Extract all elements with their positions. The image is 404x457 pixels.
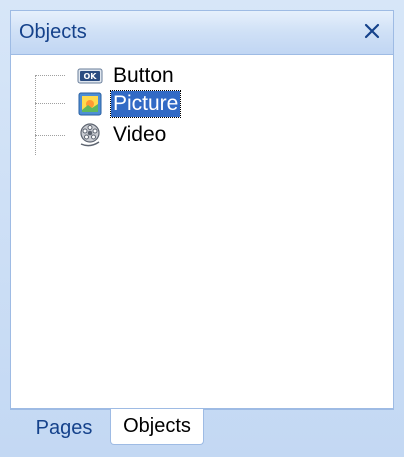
svg-text:OK: OK [84,72,98,81]
tree-item-label: Picture [109,90,182,118]
tree-connector [35,135,65,136]
picture-icon [77,91,103,117]
button-ok-icon: OK [77,63,103,89]
objects-panel: Objects OK Button Picture Video Pages Ob… [0,0,404,457]
objects-tree-view[interactable]: OK Button Picture Video [10,54,394,409]
tree-item-video[interactable]: Video [77,121,168,149]
close-icon [364,23,380,39]
close-button[interactable] [359,18,385,44]
panel-tab-bar: Pages Objects [10,409,394,449]
video-reel-icon [77,122,103,148]
tree-connector [35,75,65,76]
tab-objects[interactable]: Objects [110,409,204,445]
panel-titlebar: Objects [10,10,394,54]
tree-item-button[interactable]: OK Button [77,62,176,90]
tree-connector [35,103,65,104]
tree-item-label: Button [113,64,174,87]
panel-title: Objects [19,21,87,43]
tree-item-label: Video [113,123,167,146]
tab-label: Objects [123,415,191,437]
tree-connector [35,75,36,155]
tab-label: Pages [35,416,93,439]
tree-item-picture[interactable]: Picture [77,90,182,118]
tab-pages[interactable]: Pages [18,410,110,446]
